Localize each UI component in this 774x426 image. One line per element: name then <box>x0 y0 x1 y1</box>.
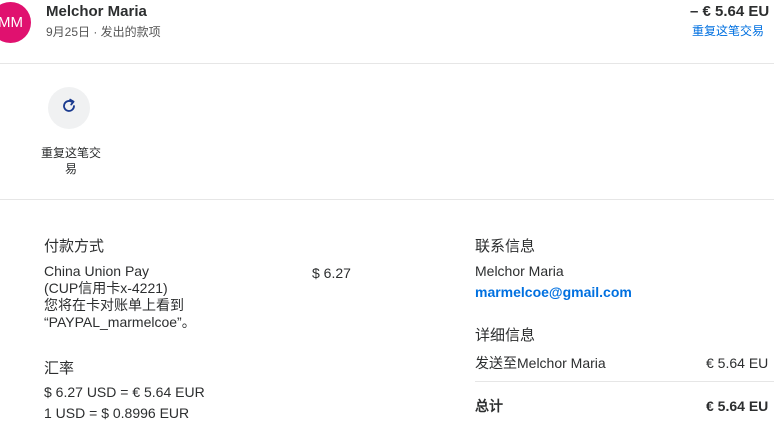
contact-name: Melchor Maria <box>475 263 564 279</box>
total-amount: € 5.64 EU <box>706 398 769 414</box>
header-divider <box>0 63 774 64</box>
sent-amount: € 5.64 EU <box>706 355 769 371</box>
exchange-rate-heading: 汇率 <box>44 360 75 377</box>
payment-method-heading: 付款方式 <box>44 238 105 255</box>
details-heading: 详细信息 <box>475 327 536 344</box>
sent-to-label: 发送至Melchor Maria <box>475 355 606 371</box>
exchange-rate-line: $ 6.27 USD = € 5.64 EUR <box>44 384 205 400</box>
counterparty-name: Melchor Maria <box>46 3 147 20</box>
avatar: MM <box>0 2 31 43</box>
refresh-icon <box>60 97 78 120</box>
payment-method-line: (CUP信用卡x-4221) <box>44 280 168 296</box>
details-divider <box>475 381 774 382</box>
repeat-transaction-button[interactable] <box>48 87 90 129</box>
total-label: 总计 <box>475 398 503 414</box>
exchange-rate-line: 1 USD = $ 0.8996 EUR <box>44 405 190 421</box>
repeat-transaction-link[interactable]: 重复这笔交易 <box>692 22 764 39</box>
contact-info-heading: 联系信息 <box>475 238 536 255</box>
payment-method-details: China Union Pay (CUP信用卡x-4221) 您将在卡对账单上看… <box>44 263 294 331</box>
transaction-date-type: 9月25日 · 发出的款项 <box>46 25 161 39</box>
transaction-amount: – € 5.64 EU <box>690 3 770 20</box>
payment-method-line: 您将在卡对账单上看到 <box>44 297 184 313</box>
payment-method-line: China Union Pay <box>44 263 150 279</box>
payment-method-line: “PAYPAL_marmelcoe”。 <box>44 314 196 330</box>
contact-email-link[interactable]: marmelcoe@gmail.com <box>475 284 632 300</box>
actions-divider <box>0 199 774 200</box>
payment-amount: $ 6.27 <box>312 265 351 281</box>
repeat-transaction-label[interactable]: 重复这笔交易 <box>38 145 104 177</box>
